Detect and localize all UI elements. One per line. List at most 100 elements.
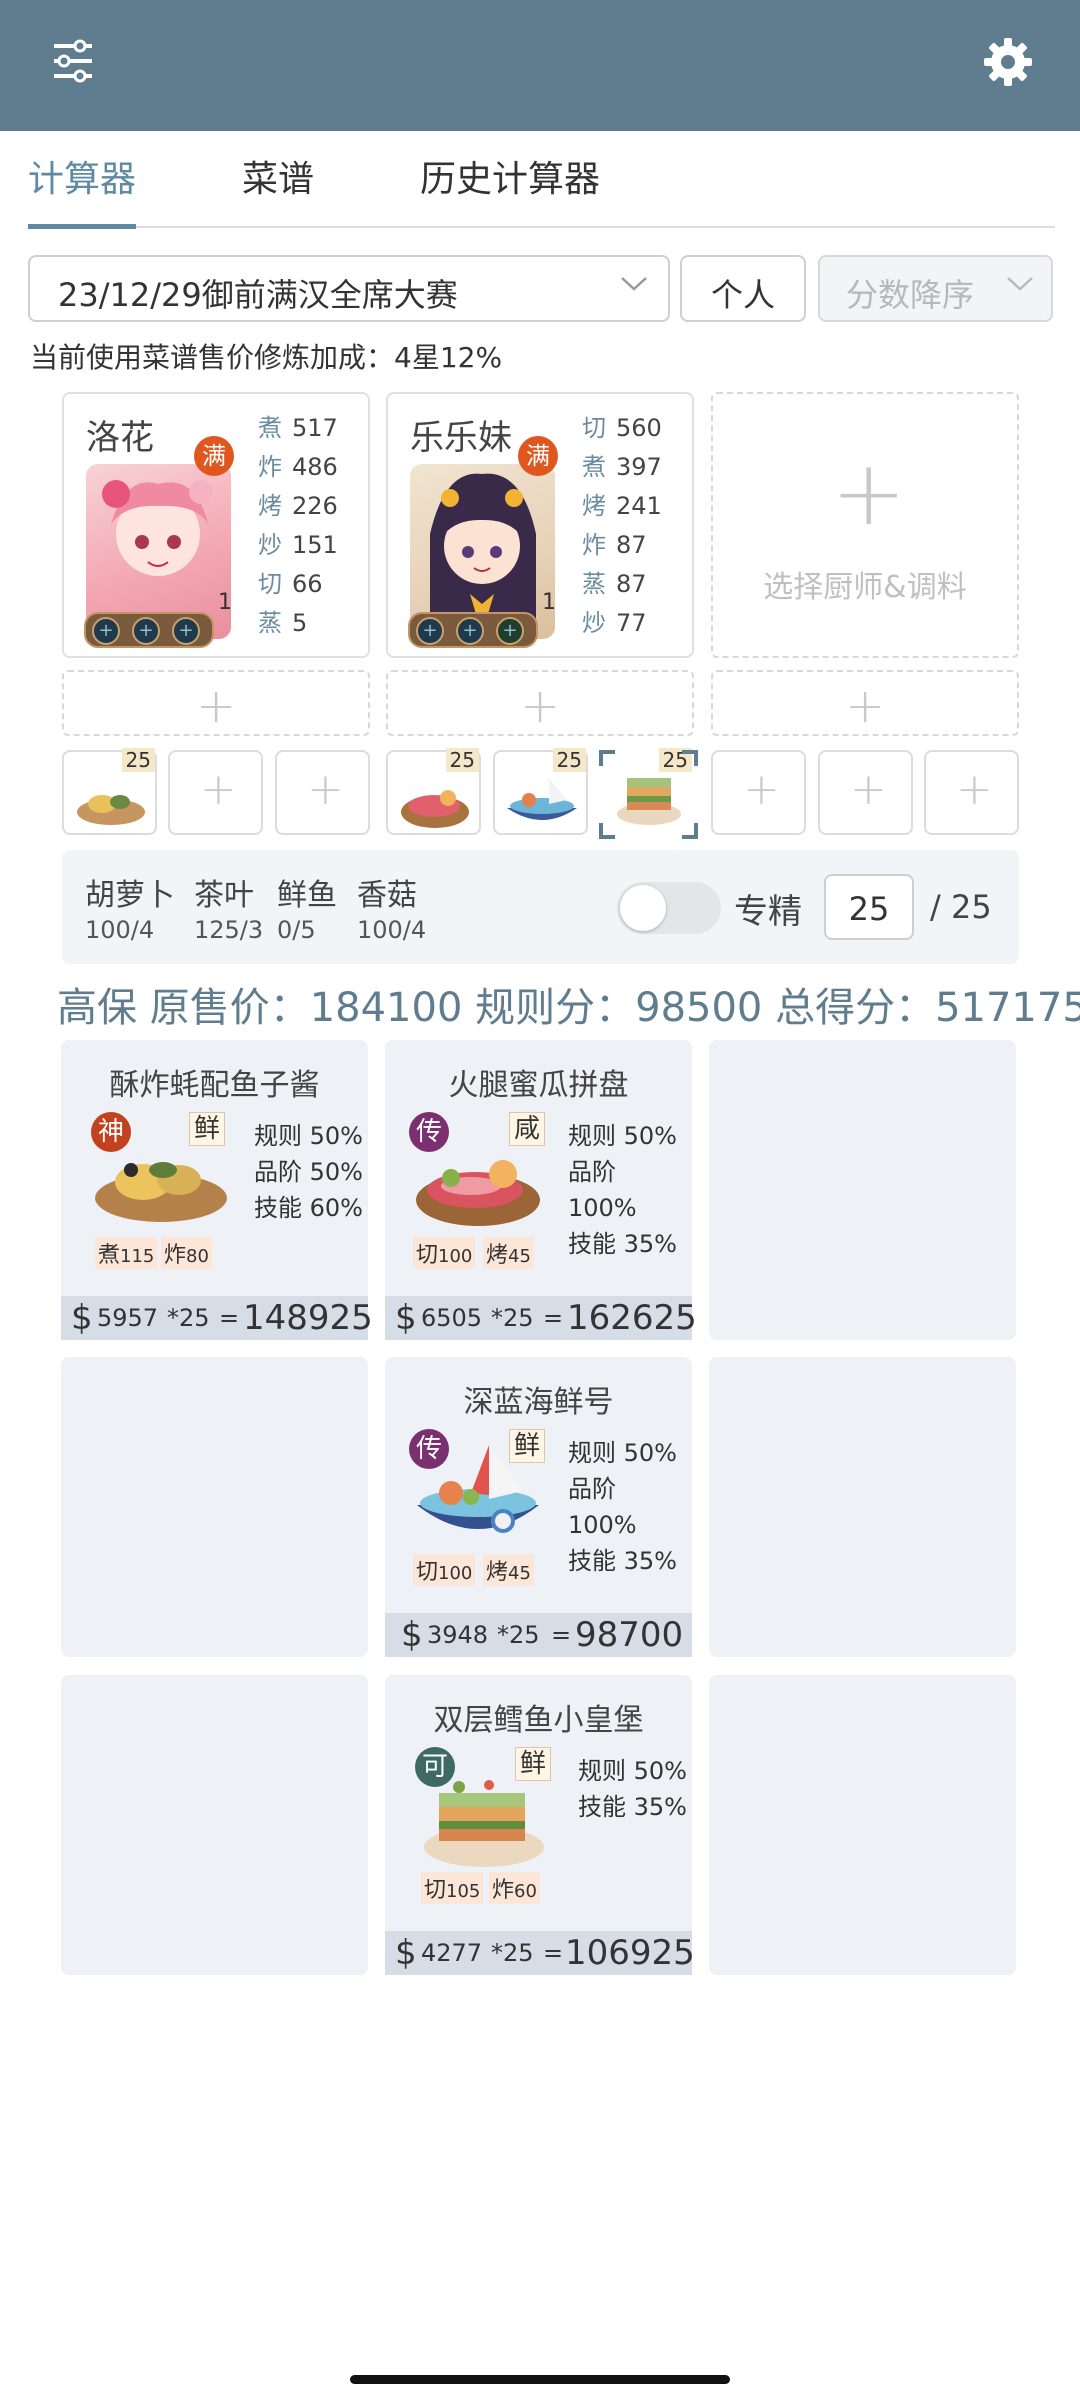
recipe-bonus-lines: 规则 50% 品阶 100% 技能 35% — [568, 1439, 677, 1575]
ingredient-name: 香菇 — [357, 878, 417, 913]
recipe-slot[interactable]: 25 — [386, 748, 481, 836]
empty-result-card — [61, 1675, 368, 1975]
max-level-badge: 满 — [194, 436, 234, 476]
equals-sign: = — [543, 1939, 564, 1967]
recipe-price-row: $ 3948 *25 = 98700 — [385, 1613, 692, 1657]
chef-skill: 煮 397 — [582, 453, 662, 481]
add-chef-slot[interactable]: + 选择厨师&调料 — [711, 392, 1019, 658]
add-seasoning-slot[interactable]: + — [386, 670, 694, 736]
chef-card[interactable]: 乐乐妹 满 + + + 1 切 560 煮 397 烤 241 炸 87 蒸 87 炒 77 — [386, 392, 694, 658]
equip-slot-icon: + — [416, 617, 444, 645]
recipe-result-card[interactable]: 酥炸蚝配鱼子酱 神 鲜 规则 50% 品阶 50% 技能 60% 煮115 炸80 … — [61, 1040, 373, 1340]
chef-skill: 炸 486 — [258, 453, 338, 481]
personal-button-label: 个人 — [710, 276, 775, 314]
recipe-slot-count: 25 — [445, 748, 479, 772]
add-seasoning-slot[interactable]: + — [62, 670, 370, 736]
chef-name: 乐乐妹 — [410, 418, 512, 458]
ingredient-panel: 胡萝卜 100/4 茶叶 125/3 鲜鱼 0/5 香菇 100/4 专精 25… — [62, 850, 1019, 964]
focus-toggle[interactable] — [617, 882, 721, 934]
recipe-bonus-lines: 规则 50% 品阶 100% 技能 35% — [568, 1122, 677, 1258]
personal-button[interactable]: 个人 — [680, 255, 806, 322]
skill-requirement: 炸80 — [161, 1237, 212, 1269]
home-indicator[interactable] — [350, 2375, 730, 2384]
recipe-bonus-lines: 规则 50% 技能 35% — [578, 1757, 687, 1821]
skill-requirement: 切105 — [421, 1872, 484, 1904]
filter-sliders-icon[interactable] — [50, 38, 96, 84]
multiplier: *25 — [491, 1304, 534, 1332]
plus-icon: + — [307, 764, 344, 815]
recipe-total: 162625 — [567, 1298, 697, 1338]
chef-skill: 烤 241 — [582, 492, 662, 520]
tab-history-calculator[interactable]: 历史计算器 — [420, 150, 600, 202]
add-seasoning-slot[interactable]: + — [711, 670, 1019, 736]
chef-card[interactable]: 洛花 满 + + + 1 煮 517 炸 486 烤 226 炒 151 切 66 蒸5 — [62, 392, 370, 658]
focus-count-input[interactable]: 25 — [824, 874, 914, 940]
chef-name: 洛花 — [86, 418, 154, 458]
chef-skill: 蒸5 — [258, 609, 308, 637]
sort-select-value: 分数降序 — [846, 276, 975, 314]
recipe-slot-empty[interactable]: + — [711, 750, 806, 835]
skill-requirement: 切100 — [413, 1237, 476, 1269]
currency-icon: $ — [395, 1933, 417, 1973]
recipe-slot-selected[interactable]: 25 — [599, 748, 698, 839]
ham-melon-dish-icon — [396, 774, 474, 836]
tab-active-indicator — [28, 224, 136, 229]
top-app-bar — [0, 0, 1080, 131]
skill-requirement: 炸60 — [489, 1872, 540, 1904]
contest-select-value: 23/12/29御前满汉全席大赛 — [58, 276, 458, 314]
currency-icon: $ — [395, 1298, 417, 1338]
contest-select[interactable]: 23/12/29御前满汉全席大赛 — [28, 255, 670, 322]
oyster-dish-icon — [74, 780, 149, 834]
select-chef-label: 选择厨师&调料 — [763, 570, 967, 605]
equipment-slots[interactable]: + + + — [84, 612, 214, 648]
chef-level: 1 — [218, 590, 232, 615]
equip-slot-icon: + — [496, 617, 524, 645]
focus-count-value: 25 — [848, 890, 890, 928]
chef-skill: 炒 151 — [258, 531, 338, 559]
ingredient-name: 茶叶 — [194, 878, 254, 913]
plus-icon: + — [200, 764, 237, 815]
currency-icon: $ — [71, 1298, 93, 1338]
plus-icon: + — [743, 764, 780, 815]
recipe-total: 148925 — [243, 1298, 373, 1338]
recipe-title: 酥炸蚝配鱼子酱 — [109, 1068, 320, 1103]
empty-result-card — [61, 1357, 368, 1657]
recipe-slot-empty[interactable]: + — [818, 750, 913, 835]
empty-result-card — [709, 1357, 1016, 1657]
plus-icon: + — [956, 764, 993, 815]
tab-calculator[interactable]: 计算器 — [28, 150, 136, 202]
settings-gear-icon[interactable] — [982, 36, 1034, 88]
recipe-price-row: $ 4277 *25 = 106925 — [385, 1931, 695, 1975]
ingredient-quantity: 125/3 — [194, 916, 264, 944]
equals-sign: = — [551, 1621, 572, 1649]
recipe-result-card[interactable]: 火腿蜜瓜拼盘 传 咸 规则 50% 品阶 100% 技能 35% 切100 烤45 … — [385, 1040, 697, 1340]
recipe-slot[interactable]: 25 — [62, 748, 157, 835]
multiplier: *25 — [497, 1621, 540, 1649]
skill-requirement: 烤45 — [483, 1554, 534, 1586]
empty-result-card — [709, 1040, 1016, 1340]
equipment-slots[interactable]: + + + — [408, 612, 538, 648]
cod-burger-dish-icon — [613, 766, 685, 832]
recipe-slot-empty[interactable]: + — [924, 750, 1019, 835]
equip-slot-icon: + — [92, 617, 120, 645]
unit-price: 5957 — [97, 1304, 159, 1332]
recipe-slot-empty[interactable]: + — [275, 750, 370, 835]
ingredient-quantity: 100/4 — [357, 916, 427, 944]
max-level-badge: 满 — [518, 436, 558, 476]
recipe-slot-empty[interactable]: + — [168, 750, 263, 835]
recipe-result-card[interactable]: 深蓝海鲜号 传 鲜 规则 50% 品阶 100% 技能 35% 切100 烤45 $… — [385, 1357, 692, 1657]
sort-select[interactable]: 分数降序 — [818, 255, 1053, 322]
recipe-title: 双层鳕鱼小皇堡 — [433, 1703, 644, 1738]
plus-icon: + — [845, 678, 886, 734]
plus-icon: + — [831, 441, 907, 546]
skill-requirement: 烤45 — [483, 1237, 534, 1269]
recipe-slot[interactable]: 25 — [493, 748, 588, 835]
recipe-price-row: $ 6505 *25 = 162625 — [385, 1296, 697, 1340]
equip-slot-icon: + — [132, 617, 160, 645]
empty-result-card — [709, 1675, 1016, 1975]
tab-recipes[interactable]: 菜谱 — [242, 150, 314, 202]
bonus-info: 当前使用菜谱售价修炼加成：4星12% — [30, 341, 503, 374]
recipe-result-card[interactable]: 双层鳕鱼小皇堡 可 鲜 规则 50% 技能 35% 切105 炸60 $ 4277… — [385, 1675, 695, 1975]
recipe-total: 106925 — [565, 1933, 695, 1973]
skill-requirement: 煮115 — [95, 1237, 158, 1269]
